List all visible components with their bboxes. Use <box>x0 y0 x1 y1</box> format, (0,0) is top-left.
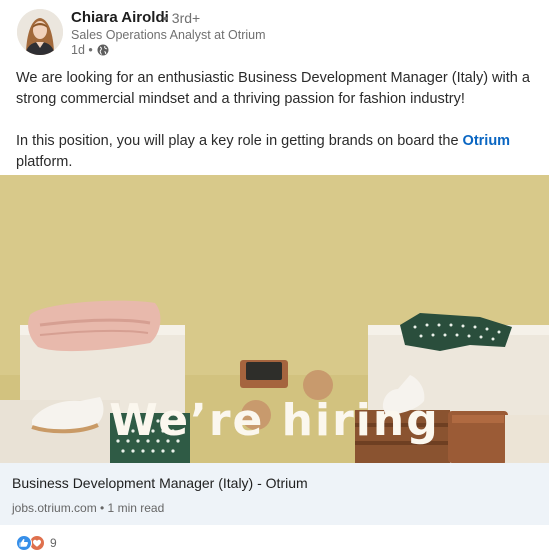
post-time: 1d • <box>71 43 93 57</box>
post-paragraph: In this position, you will play a key ro… <box>16 131 531 173</box>
post-header: Chiara Airoldi • 3rd+ Sales Operations A… <box>0 0 549 60</box>
post-text-segment: In this position, you will play a key ro… <box>16 133 463 149</box>
post-text-segment: platform. <box>16 154 73 170</box>
job-link-card[interactable]: Business Development Manager (Italy) - O… <box>0 463 549 525</box>
job-link-title[interactable]: Business Development Manager (Italy) - O… <box>12 475 308 491</box>
like-icon <box>16 535 32 551</box>
post-paragraph: We are looking for an enthusiastic Busin… <box>16 70 530 107</box>
reaction-count[interactable]: 9 <box>50 536 57 550</box>
globe-icon <box>97 44 109 56</box>
hiring-headline: We’re hiring <box>0 395 549 446</box>
post-image[interactable]: We’re hiring <box>0 175 549 463</box>
hiring-headline-text: We’re hiring <box>109 395 440 446</box>
author-headline: Sales Operations Analyst at Otrium <box>71 28 266 42</box>
job-link-source: jobs.otrium.com • 1 min read <box>12 501 165 515</box>
reactions-summary[interactable]: 9 <box>16 535 57 551</box>
author-name[interactable]: Chiara Airoldi <box>71 9 169 26</box>
post-meta: 1d • <box>71 43 109 57</box>
author-avatar[interactable] <box>17 9 63 55</box>
post-text: We are looking for an enthusiastic Busin… <box>16 68 531 173</box>
connection-degree: • 3rd+ <box>163 10 201 26</box>
company-mention-link[interactable]: Otrium <box>463 133 511 149</box>
feed-post: Chiara Airoldi • 3rd+ Sales Operations A… <box>0 0 549 559</box>
